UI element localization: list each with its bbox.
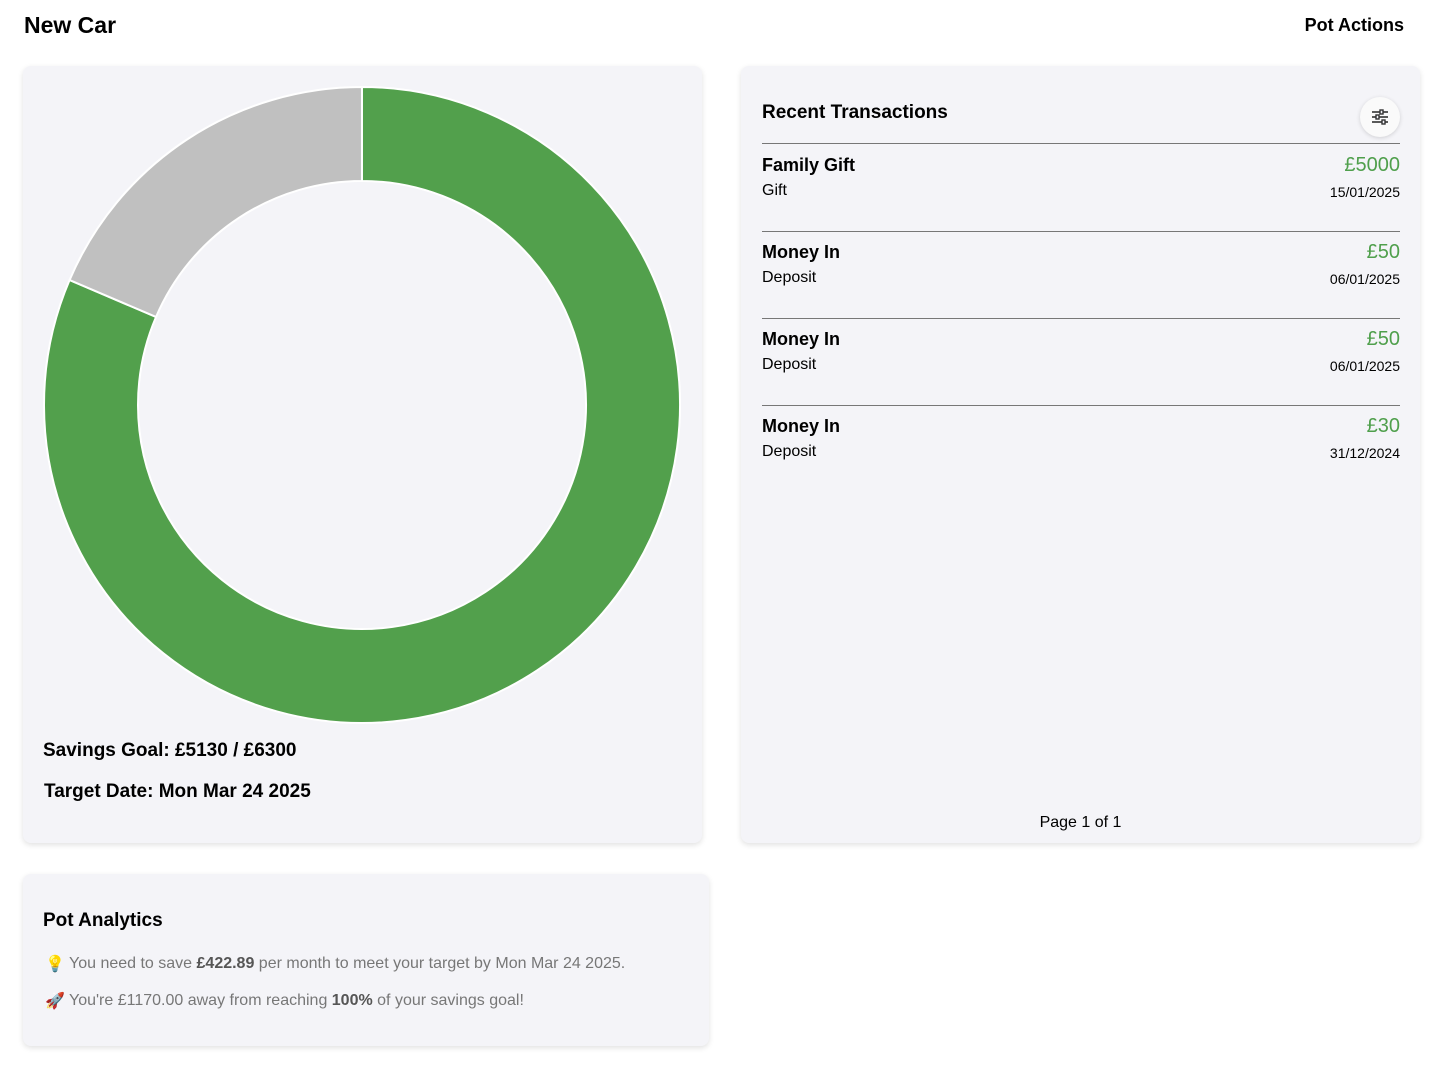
insight-text: of your savings goal! [372,992,524,1009]
transaction-date: 06/01/2025 [1329,271,1400,287]
transaction-name: Money In [762,416,841,436]
transaction-name: Family Gift [762,155,856,175]
pot-actions-button[interactable]: Pot Actions [1305,15,1404,36]
transaction-type: Deposit [762,356,817,373]
page-title: New Car [24,12,117,38]
transaction-type: Deposit [762,443,817,460]
transaction-type: Gift [762,182,787,199]
transaction-date: 31/12/2024 [1329,445,1400,461]
transaction-amount: £5000 [1344,154,1400,176]
insight-amount: £422.89 [196,955,255,972]
insight-text: per month to meet your target by Mon Mar… [254,955,626,972]
progress-card: Savings Goal: £5130 / £6300 Target Date:… [23,66,702,843]
transaction-row[interactable]: Money In Deposit £30 31/12/2024 [762,406,1400,493]
transaction-name: Money In [762,329,841,349]
transaction-amount: £30 [1366,415,1400,437]
rocket-icon: 🚀 [45,993,65,1010]
transactions-header: Recent Transactions [762,97,1400,144]
transactions-card: Recent Transactions Family Gift Gift £50… [741,66,1420,843]
transaction-row[interactable]: Money In Deposit £50 06/01/2025 [762,232,1400,319]
transaction-amount: £50 [1366,328,1400,350]
transaction-name: Money In [762,242,841,262]
insight-percent: 100% [331,992,373,1009]
pagination-label: Page 1 of 1 [1039,814,1122,831]
transaction-row[interactable]: Money In Deposit £50 06/01/2025 [762,319,1400,406]
transaction-date: 15/01/2025 [1329,184,1400,200]
insight-text: You need to save [69,955,197,972]
analytics-title: Pot Analytics [43,910,163,931]
analytics-card: Pot Analytics 💡 You need to save £422.89… [23,874,709,1046]
target-date-text: Target Date: Mon Mar 24 2025 [44,781,311,802]
filter-button[interactable] [1360,97,1400,137]
transaction-type: Deposit [762,269,817,286]
transaction-list: Family Gift Gift £5000 15/01/2025 Money … [762,145,1400,493]
transaction-date: 06/01/2025 [1329,358,1400,374]
lightbulb-icon: 💡 [45,956,65,973]
donut-segment-remaining [68,85,363,319]
transactions-title: Recent Transactions [762,102,948,123]
monthly-savings-insight: 💡 You need to save £422.89 per month to … [45,954,625,974]
insight-text: You're £1170.00 away from reaching [69,992,332,1009]
remaining-amount-insight: 🚀 You're £1170.00 away from reaching 100… [45,991,524,1011]
transaction-row[interactable]: Family Gift Gift £5000 15/01/2025 [762,145,1400,232]
transaction-amount: £50 [1366,241,1400,263]
savings-goal-text: Savings Goal: £5130 / £6300 [43,740,297,761]
sliders-icon [1372,109,1388,125]
savings-donut-chart [43,85,681,724]
